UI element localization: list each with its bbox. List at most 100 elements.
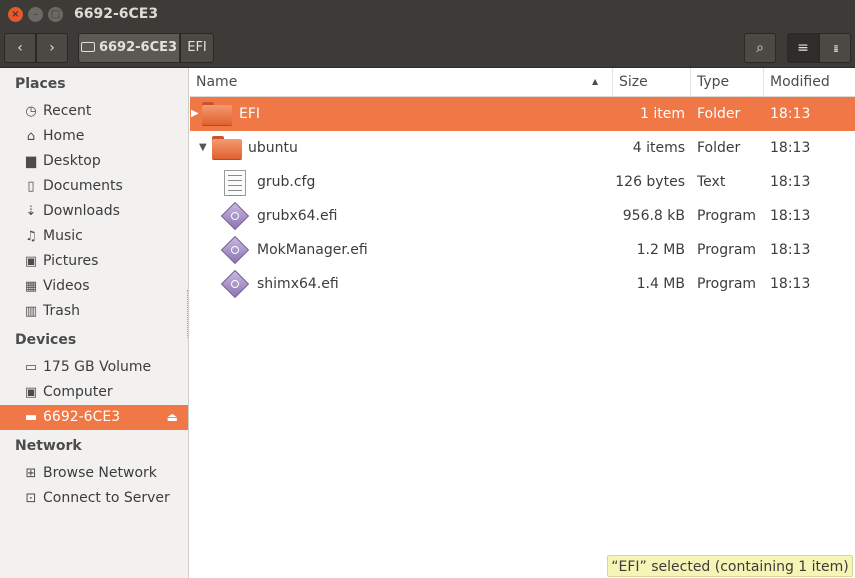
column-modified[interactable]: Modified [764,68,855,96]
text-file-icon [224,170,246,196]
column-name[interactable]: Name ▲ [190,68,613,96]
file-row-grub-cfg[interactable]: grub.cfg 126 bytes Text 18:13 [190,165,855,199]
sidebar-item-music[interactable]: ♫ Music [0,224,188,249]
file-size: 1.2 MB [636,242,685,258]
sidebar-item-browse-network[interactable]: ⊞ Browse Network [0,461,188,486]
file-modified: 18:13 [770,242,811,258]
title-bar: × – □ 6692-6CE3 [0,0,855,30]
file-name: MokManager.efi [257,242,368,258]
minimize-window-button[interactable]: – [28,7,43,22]
search-button[interactable]: ⌕ [744,33,776,63]
sidebar-item-computer[interactable]: ▣ Computer [0,380,188,405]
column-header: Name ▲ Size Type Modified [190,68,855,97]
sidebar-item-trash[interactable]: ▥ Trash [0,299,188,324]
sidebar-item-label: Trash [43,303,80,319]
status-bar: “EFI” selected (containing 1 item) [607,555,853,577]
folder-icon: ▆ [26,154,36,169]
collapse-arrow-icon[interactable]: ▼ [199,131,207,165]
home-icon: ⌂ [26,129,36,144]
file-type: Program [697,276,757,292]
places-header: Places [15,76,66,92]
grid-view-button[interactable]: ⁞⁞⁞ [819,33,851,63]
file-size: 4 items [632,140,685,156]
search-icon: ⌕ [756,40,764,56]
network-header: Network [15,438,82,454]
column-size[interactable]: Size [613,68,691,96]
sort-ascending-icon: ▲ [592,77,599,86]
sidebar-item-pictures[interactable]: ▣ Pictures [0,249,188,274]
sidebar-item-label: Music [43,228,83,244]
sidebar: Places ◷ Recent ⌂ Home ▆ Desktop ▯ Documents… [0,68,189,578]
file-row-shimx64-efi[interactable]: shimx64.efi 1.4 MB Program 18:13 [190,267,855,301]
drive-icon: ▭ [24,360,38,375]
file-type: Text [697,174,726,190]
sidebar-item-label: Videos [43,278,90,294]
sidebar-item-desktop[interactable]: ▆ Desktop [0,149,188,174]
sidebar-item-label: 175 GB Volume [43,359,152,375]
clock-icon: ◷ [25,104,37,119]
breadcrumb-drive[interactable]: 6692-6CE3 [78,33,180,63]
sidebar-item-175gb-volume[interactable]: ▭ 175 GB Volume [0,355,188,380]
forward-button[interactable]: › [36,33,68,63]
file-modified: 18:13 [770,174,811,190]
file-modified: 18:13 [770,106,811,122]
file-name: grub.cfg [257,174,316,190]
executable-icon [220,201,250,231]
file-row-grubx64-efi[interactable]: grubx64.efi 956.8 kB Program 18:13 [190,199,855,233]
file-list: Name ▲ Size Type Modified ▶ EFI 1 item F… [190,68,855,578]
drive-icon [80,42,95,52]
folder-icon [202,102,232,125]
sidebar-item-label: Recent [43,103,92,119]
sidebar-item-label: 6692-6CE3 [43,409,121,425]
sidebar-item-6692-6ce3[interactable]: ▬ 6692-6CE3 ⏏ [0,405,188,430]
window-title: 6692-6CE3 [74,6,159,22]
sidebar-item-recent[interactable]: ◷ Recent [0,99,188,124]
sidebar-item-label: Downloads [43,203,120,219]
sidebar-item-label: Documents [43,178,123,194]
chevron-right-icon: › [49,40,55,56]
sidebar-item-label: Browse Network [43,465,157,481]
camera-icon: ▣ [24,254,38,269]
list-view-button[interactable]: ≡ [787,33,819,63]
sidebar-item-videos[interactable]: ▦ Videos [0,274,188,299]
file-size: 1.4 MB [636,276,685,292]
file-modified: 18:13 [770,276,811,292]
executable-icon [220,235,250,265]
column-type-label: Type [697,74,730,90]
sidebar-item-downloads[interactable]: ⇣ Downloads [0,199,188,224]
expand-arrow-icon[interactable]: ▶ [191,97,199,131]
sidebar-item-home[interactable]: ⌂ Home [0,124,188,149]
download-icon: ⇣ [25,204,37,219]
film-icon: ▦ [24,279,38,294]
eject-icon[interactable]: ⏏ [167,405,178,430]
file-name: shimx64.efi [257,276,339,292]
breadcrumb-drive-label: 6692-6CE3 [98,40,178,55]
server-icon: ⊡ [25,491,37,506]
breadcrumb-efi[interactable]: EFI [180,33,214,63]
folder-icon [212,136,242,159]
sidebar-item-connect-to-server[interactable]: ⊡ Connect to Server [0,486,188,511]
close-window-button[interactable]: × [8,7,23,22]
file-size: 1 item [640,106,685,122]
list-icon: ≡ [797,40,809,56]
back-button[interactable]: ‹ [4,33,36,63]
network-icon: ⊞ [25,466,37,481]
toolbar: ‹ › 6692-6CE3 EFI ⌕ ≡ ⁞⁞⁞ [0,30,855,68]
sidebar-item-documents[interactable]: ▯ Documents [0,174,188,199]
file-row-ubuntu[interactable]: ▼ ubuntu 4 items Folder 18:13 [190,131,855,165]
computer-icon: ▣ [24,385,38,400]
sidebar-item-label: Computer [43,384,113,400]
music-icon: ♫ [25,229,37,244]
maximize-window-button[interactable]: □ [48,7,63,22]
column-type[interactable]: Type [691,68,764,96]
executable-icon [220,269,250,299]
file-row-mokmanager-efi[interactable]: MokManager.efi 1.2 MB Program 18:13 [190,233,855,267]
sidebar-item-label: Desktop [43,153,101,169]
file-name: grubx64.efi [257,208,338,224]
column-size-label: Size [619,74,648,90]
file-size: 956.8 kB [622,208,685,224]
sidebar-item-label: Connect to Server [43,490,170,506]
sidebar-item-label: Pictures [43,253,99,269]
sidebar-item-label: Home [43,128,85,144]
file-row-efi[interactable]: ▶ EFI 1 item Folder 18:13 [190,97,855,131]
